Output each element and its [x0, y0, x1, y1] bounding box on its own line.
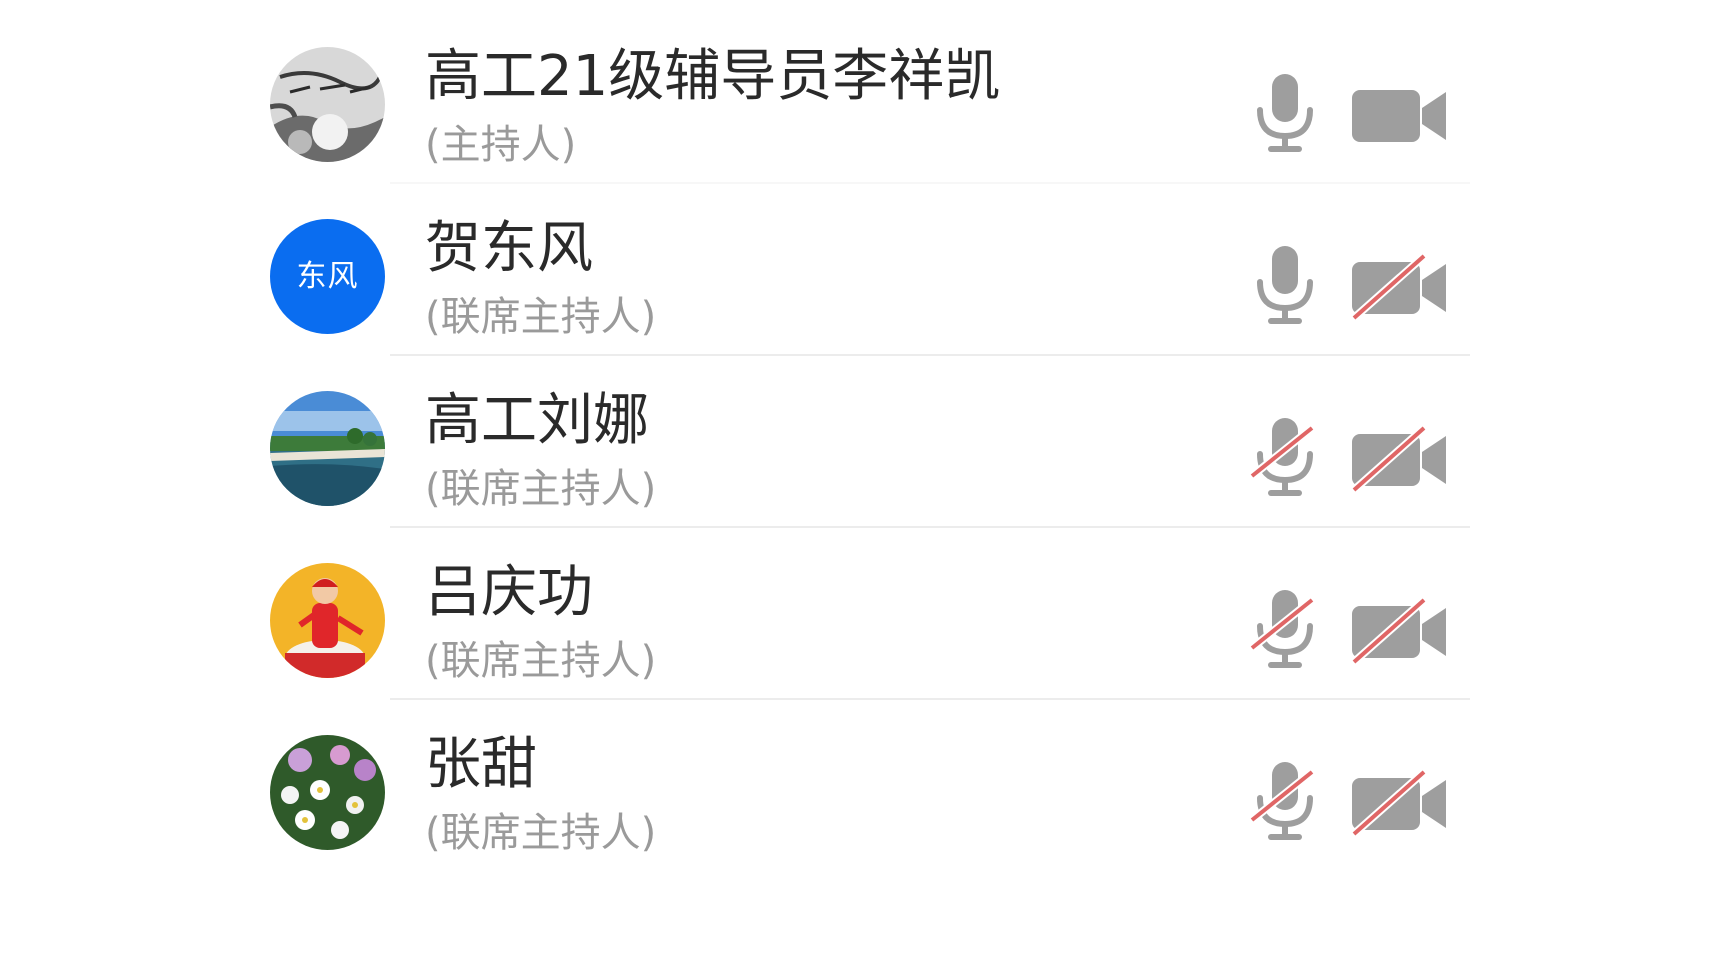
camera-icon[interactable]: [1350, 80, 1450, 150]
participant-row[interactable]: 张甜 (联席主持人): [260, 700, 1480, 872]
participant-name: 贺东风: [425, 216, 593, 281]
participant-row[interactable]: 东风 贺东风 (联席主持人): [260, 184, 1480, 356]
camera-off-icon[interactable]: [1350, 252, 1450, 322]
participant-role: (联席主持人): [425, 810, 657, 856]
mic-off-icon[interactable]: [1250, 414, 1320, 498]
participant-row[interactable]: 高工21级辅导员李祥凯 (主持人): [260, 12, 1480, 184]
mic-off-icon[interactable]: [1250, 758, 1320, 842]
camera-off-icon[interactable]: [1350, 424, 1450, 494]
participant-row[interactable]: 高工刘娜 (联席主持人): [260, 356, 1480, 528]
mic-icon[interactable]: [1250, 70, 1320, 154]
participant-role: (联席主持人): [425, 466, 657, 512]
mic-icon[interactable]: [1250, 242, 1320, 326]
camera-off-icon[interactable]: [1350, 596, 1450, 666]
avatar: [270, 563, 385, 678]
participant-name: 吕庆功: [425, 560, 593, 625]
avatar: [270, 391, 385, 506]
avatar: 东风: [270, 219, 385, 334]
avatar: [270, 47, 385, 162]
camera-off-icon[interactable]: [1350, 768, 1450, 838]
participant-list: 高工21级辅导员李祥凯 (主持人) 东风 贺东风 (联席主持人) 高工刘娜 (联…: [0, 0, 1732, 974]
participant-name: 张甜: [425, 732, 537, 797]
participant-name: 高工刘娜: [425, 388, 649, 453]
avatar: [270, 735, 385, 850]
participant-role: (联席主持人): [425, 638, 657, 684]
participant-name: 高工21级辅导员李祥凯: [425, 44, 1001, 109]
participant-role: (联席主持人): [425, 294, 657, 340]
participant-role: (主持人): [425, 122, 577, 168]
participant-row[interactable]: 吕庆功 (联席主持人): [260, 528, 1480, 700]
mic-off-icon[interactable]: [1250, 586, 1320, 670]
